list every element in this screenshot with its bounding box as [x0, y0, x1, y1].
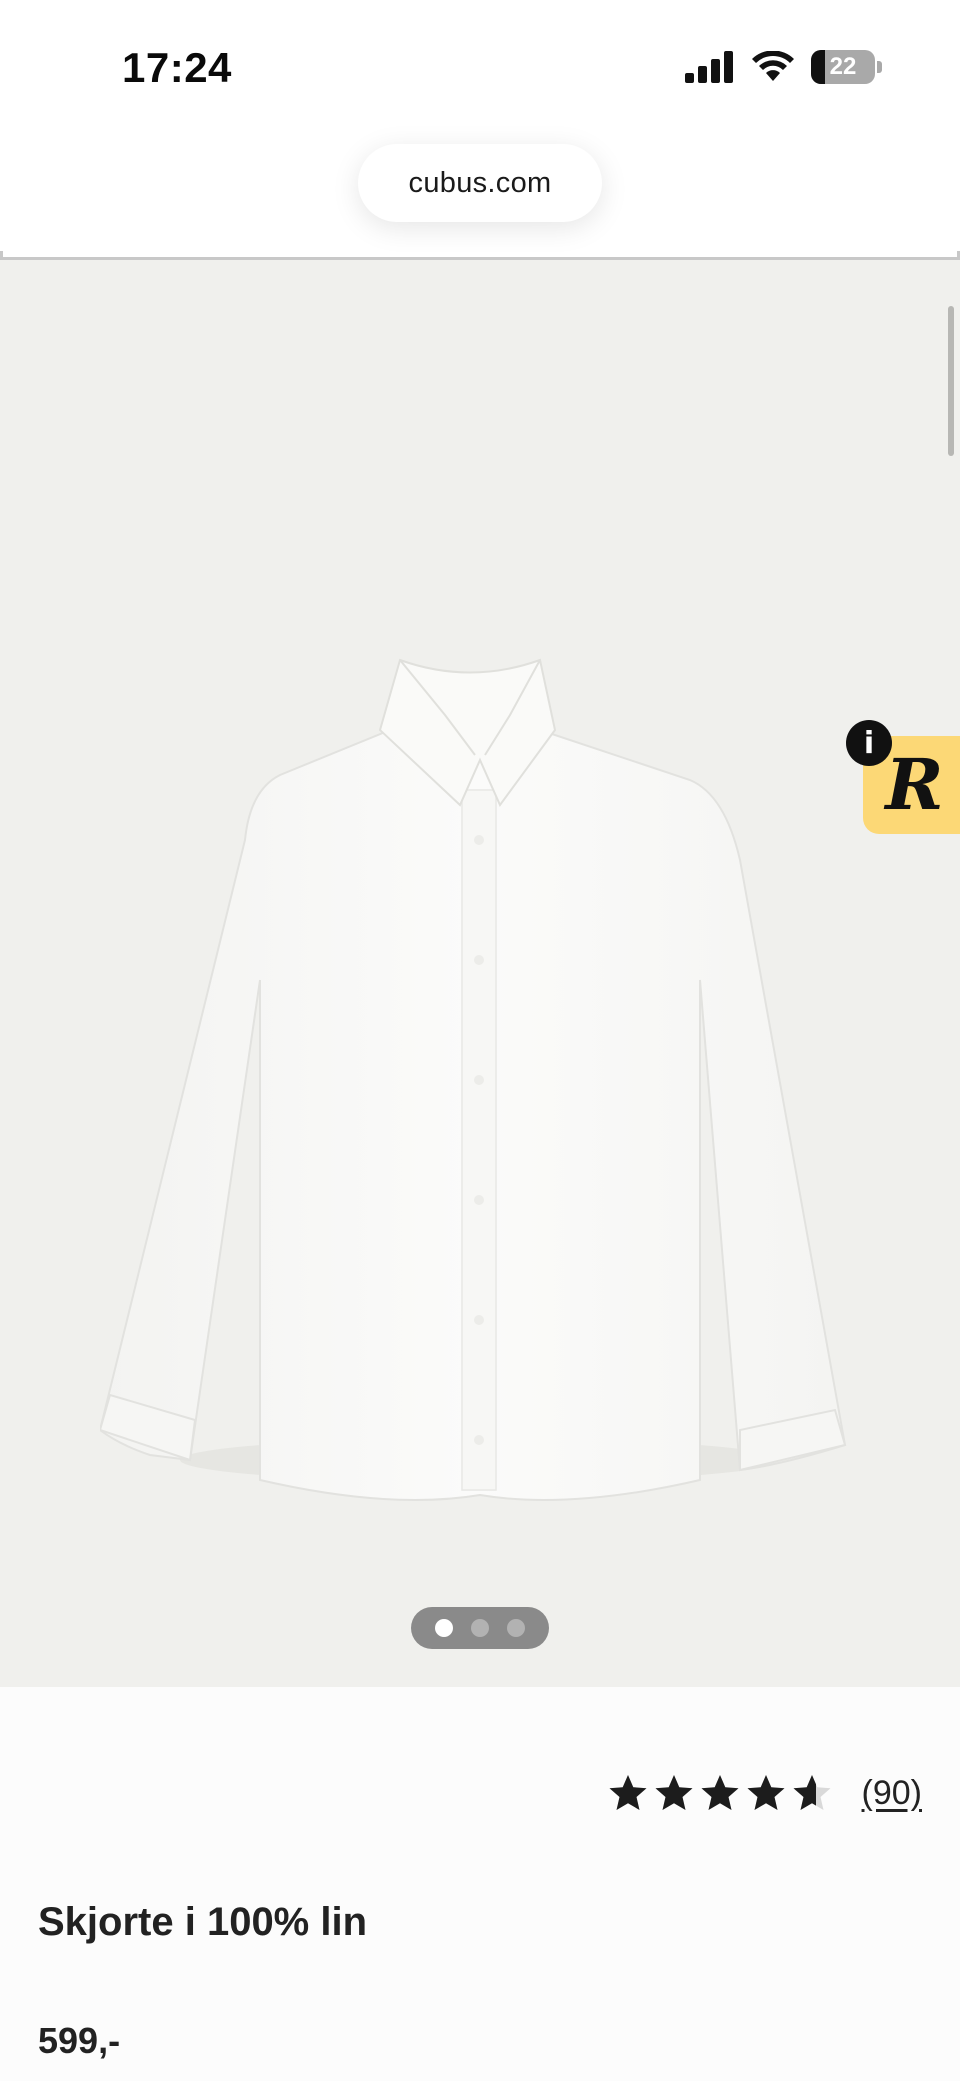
- status-icons: 22: [685, 50, 882, 84]
- product-info: (90) Skjorte i 100% lin 599,-: [0, 1687, 960, 2081]
- info-icon[interactable]: i: [846, 720, 892, 766]
- gallery-pagination[interactable]: [411, 1607, 549, 1649]
- pagination-dot-3[interactable]: [507, 1619, 525, 1637]
- battery-icon: 22: [811, 50, 875, 84]
- star-icon: [793, 1775, 831, 1810]
- scroll-indicator: [948, 306, 954, 456]
- r-logo-icon: R: [885, 743, 944, 826]
- star-icon: [747, 1775, 785, 1810]
- product-title: Skjorte i 100% lin: [38, 1900, 368, 1944]
- star-icon: [701, 1775, 739, 1810]
- wifi-icon: [752, 51, 794, 81]
- status-time: 17:24: [122, 44, 232, 91]
- product-rating[interactable]: (90): [608, 1773, 922, 1813]
- url-bar[interactable]: cubus.com: [358, 144, 602, 222]
- screen: 17:24 22 cubus.com R i (90) Skjorte i 10…: [0, 0, 960, 2081]
- battery-level: 22: [829, 53, 857, 80]
- star-icon: [655, 1775, 693, 1810]
- review-count-link[interactable]: (90): [862, 1774, 922, 1813]
- pagination-dot-2[interactable]: [471, 1619, 489, 1637]
- status-bar: 17:24 22: [0, 0, 960, 130]
- product-image-gallery[interactable]: [0, 260, 960, 1687]
- pagination-dot-1[interactable]: [435, 1619, 453, 1637]
- cellular-signal-icon: [685, 51, 733, 83]
- product-price: 599,-: [38, 2020, 121, 2061]
- star-icon: [609, 1775, 647, 1810]
- product-image[interactable]: [100, 460, 860, 1580]
- rating-stars: [608, 1773, 832, 1813]
- battery-tip: [877, 61, 882, 73]
